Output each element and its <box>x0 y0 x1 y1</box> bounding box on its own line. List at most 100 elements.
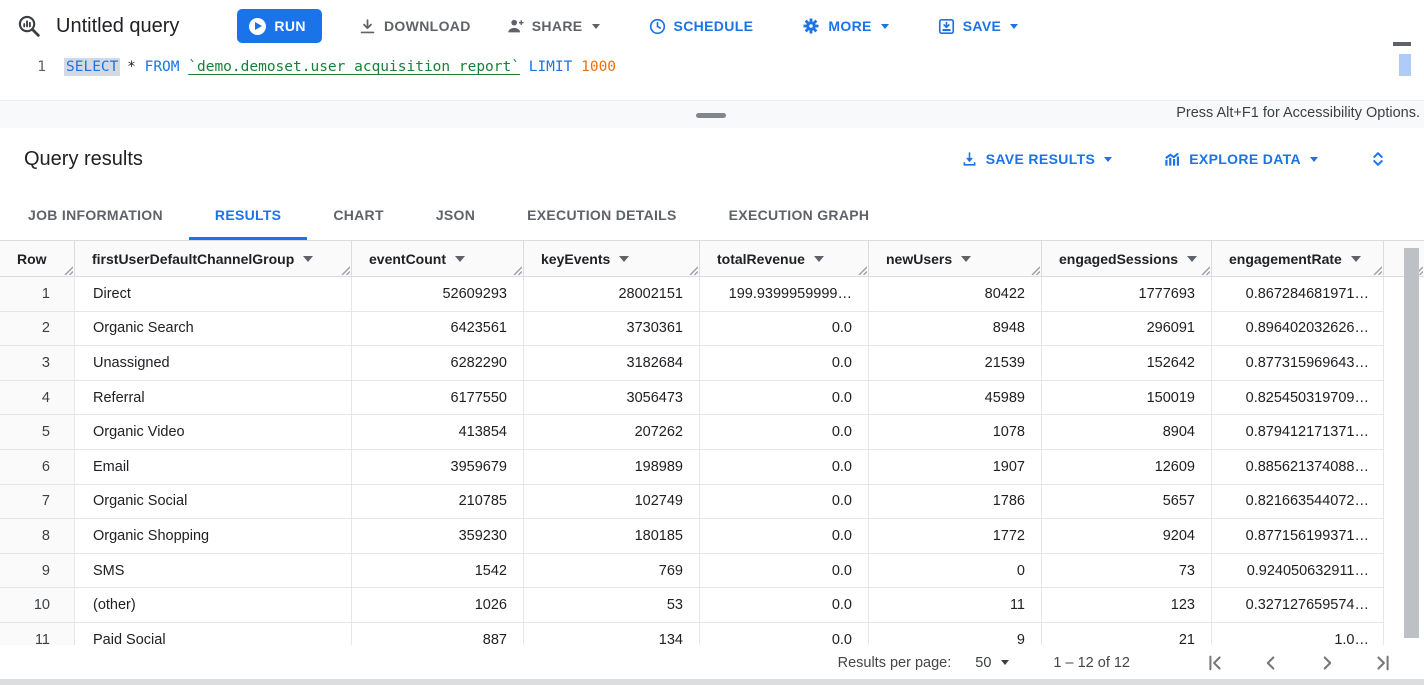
column-resize-grip[interactable] <box>1200 265 1210 275</box>
table-cell: 1777693 <box>1042 277 1212 312</box>
share-button-label: SHARE <box>532 18 583 34</box>
save-button-label: SAVE <box>963 18 1002 34</box>
tab-label: CHART <box>333 207 384 223</box>
column-resize-grip[interactable] <box>340 265 350 275</box>
table-cell: 1026 <box>352 588 524 623</box>
column-resize-grip[interactable] <box>63 265 73 275</box>
column-menu-caret[interactable] <box>1187 256 1197 262</box>
save-button[interactable]: SAVE <box>927 8 1029 44</box>
column-resize-grip[interactable] <box>512 265 522 275</box>
table-cell: 0.0 <box>700 588 869 623</box>
table-cell: 152642 <box>1042 346 1212 381</box>
table-cell: Organic Video <box>75 415 352 450</box>
results-tab-bar: JOB INFORMATION RESULTS CHART JSON EXECU… <box>0 190 1424 241</box>
column-header-engagedSessions: engagedSessions <box>1042 241 1212 276</box>
download-button[interactable]: DOWNLOAD <box>348 8 481 44</box>
table-reference-link[interactable]: `demo.demoset.user_acquisition_report` <box>188 59 520 75</box>
sql-code-line[interactable]: SELECT * FROM `demo.demoset.user_acquisi… <box>66 59 616 75</box>
tab-results[interactable]: RESULTS <box>189 190 307 240</box>
column-header-totalRevenue: totalRevenue <box>700 241 869 276</box>
chevron-down-icon <box>1310 157 1318 162</box>
bigquery-query-icon <box>16 13 42 39</box>
table-cell: 5657 <box>1042 485 1212 520</box>
table-cell: 0.327127659574… <box>1212 588 1384 623</box>
table-cell: 12609 <box>1042 450 1212 485</box>
next-page-button[interactable] <box>1316 652 1338 674</box>
table-cell: 6423561 <box>352 312 524 347</box>
column-menu-caret[interactable] <box>814 256 824 262</box>
more-button[interactable]: MORE <box>791 8 898 44</box>
table-row: 3Unassigned628229031826840.0215391526420… <box>0 346 1424 381</box>
tab-execution-graph[interactable]: EXECUTION GRAPH <box>703 190 896 240</box>
page-range-label: 1 – 12 of 12 <box>1053 655 1130 671</box>
column-resize-grip[interactable] <box>1030 265 1040 275</box>
table-vertical-scrollbar[interactable] <box>1404 248 1419 640</box>
page-size-select[interactable]: 50 <box>975 655 1009 671</box>
column-label: newUsers <box>886 251 952 267</box>
results-table-header: Row firstUserDefaultChannelGroup eventCo… <box>0 241 1424 277</box>
table-row: 2Organic Search642356137303610.089482960… <box>0 312 1424 347</box>
table-cell: Unassigned <box>75 346 352 381</box>
table-cell: 1907 <box>869 450 1042 485</box>
save-icon <box>937 17 956 36</box>
run-button-label: RUN <box>274 18 306 34</box>
sql-editor[interactable]: 1 SELECT * FROM `demo.demoset.user_acqui… <box>0 52 1424 100</box>
column-label: engagementRate <box>1229 251 1342 267</box>
play-icon <box>249 18 266 35</box>
column-menu-caret[interactable] <box>619 256 629 262</box>
last-page-button[interactable] <box>1372 652 1394 674</box>
editor-scrollbar-thumb[interactable] <box>1399 54 1411 76</box>
column-resize-grip[interactable] <box>688 265 698 275</box>
collapse-results-button[interactable] <box>1358 141 1398 177</box>
table-cell: 413854 <box>352 415 524 450</box>
chevron-down-icon <box>1010 24 1018 29</box>
table-cell: 359230 <box>352 519 524 554</box>
unfold-icon <box>1368 149 1388 169</box>
download-icon <box>358 17 377 36</box>
table-cell: 102749 <box>524 485 700 520</box>
accessibility-hint: Press Alt+F1 for Accessibility Options. <box>1176 105 1420 121</box>
person-add-icon <box>505 16 525 36</box>
table-cell: 45989 <box>869 381 1042 416</box>
table-cell: 134 <box>524 623 700 645</box>
column-menu-caret[interactable] <box>455 256 465 262</box>
column-resize-grip[interactable] <box>1372 265 1382 275</box>
column-menu-caret[interactable] <box>303 256 313 262</box>
horizontal-scrollbar[interactable] <box>0 679 1424 685</box>
first-page-button[interactable] <box>1204 652 1226 674</box>
explore-data-button[interactable]: EXPLORE DATA <box>1152 141 1328 177</box>
table-cell: 0.0 <box>700 450 869 485</box>
tab-job-information[interactable]: JOB INFORMATION <box>2 190 189 240</box>
column-resize-grip[interactable] <box>857 265 867 275</box>
column-header-eventCount: eventCount <box>352 241 524 276</box>
splitter-strip: Press Alt+F1 for Accessibility Options. <box>0 100 1424 128</box>
table-cell: 0.877315969643… <box>1212 346 1384 381</box>
row-number-cell: 3 <box>0 346 75 381</box>
column-menu-caret[interactable] <box>961 256 971 262</box>
tab-chart[interactable]: CHART <box>307 190 410 240</box>
query-results-header: Query results SAVE RESULTS EXPLORE DATA <box>0 128 1424 190</box>
table-cell: 0.896402032626… <box>1212 312 1384 347</box>
first-page-icon <box>1204 652 1226 674</box>
table-cell: 150019 <box>1042 381 1212 416</box>
save-results-button[interactable]: SAVE RESULTS <box>950 141 1122 177</box>
tab-execution-details[interactable]: EXECUTION DETAILS <box>501 190 703 240</box>
tab-json[interactable]: JSON <box>410 190 501 240</box>
chevron-down-icon <box>1104 157 1112 162</box>
table-cell: 207262 <box>524 415 700 450</box>
save-results-label: SAVE RESULTS <box>986 151 1095 167</box>
share-button[interactable]: SHARE <box>495 8 610 44</box>
splitter-drag-handle[interactable] <box>696 113 726 118</box>
scrollbar-thumb[interactable] <box>1404 248 1419 638</box>
sql-limit-value: 1000 <box>581 59 616 75</box>
row-number-cell: 11 <box>0 623 75 645</box>
schedule-button[interactable]: SCHEDULE <box>638 8 764 44</box>
column-menu-caret[interactable] <box>1351 256 1361 262</box>
explore-data-label: EXPLORE DATA <box>1189 151 1301 167</box>
column-label: keyEvents <box>541 251 610 267</box>
column-header-row: Row <box>0 241 75 276</box>
run-button[interactable]: RUN <box>237 9 322 43</box>
table-cell: 198989 <box>524 450 700 485</box>
chevron-down-icon <box>592 24 600 29</box>
previous-page-button[interactable] <box>1260 652 1282 674</box>
